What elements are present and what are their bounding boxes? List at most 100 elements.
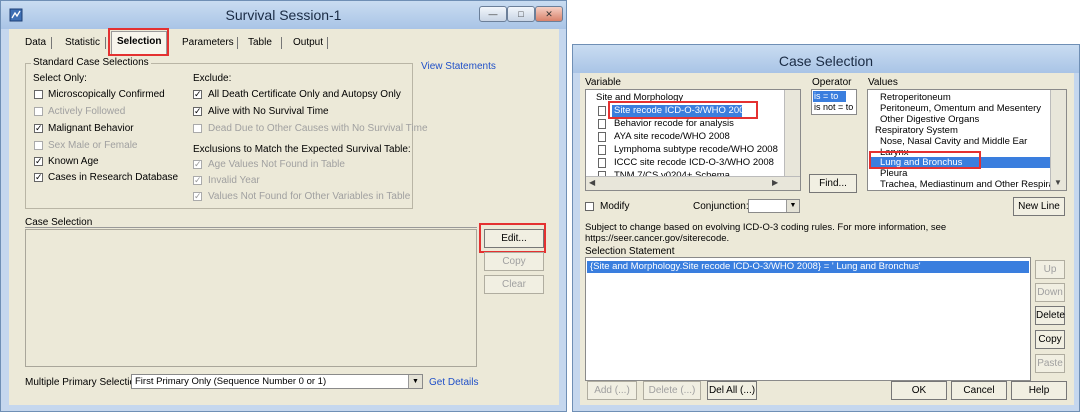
tree-item-aya[interactable]: AYA site recode/WHO 2008 <box>614 131 730 142</box>
delete-button[interactable]: Delete <box>1035 306 1065 325</box>
values-scrollbar[interactable] <box>1050 90 1066 190</box>
highlight-lung-bronchus <box>869 151 981 169</box>
age-values-checkbox[interactable]: ✓ <box>193 160 202 169</box>
note-text: Subject to change based on evolving ICD-… <box>585 222 947 244</box>
document-icon <box>598 119 606 129</box>
value-item[interactable]: Other Digestive Organs <box>880 114 979 125</box>
operator-list[interactable]: is = to is not = to <box>811 89 857 115</box>
copy-statement-button[interactable]: Copy <box>1035 330 1065 349</box>
document-icon <box>598 158 606 168</box>
get-details-link[interactable]: Get Details <box>429 377 478 388</box>
delete-bottom-button[interactable]: Delete (...) <box>643 381 701 400</box>
find-button[interactable]: Find... <box>809 174 857 193</box>
standard-selections-title: Standard Case Selections <box>31 57 151 68</box>
value-item[interactable]: Respiratory System <box>875 125 958 136</box>
case-selection-divider <box>25 227 477 228</box>
restore-icon[interactable]: □ <box>507 6 535 22</box>
tree-item-iccc[interactable]: ICCC site recode ICD-O-3/WHO 2008 <box>614 157 774 168</box>
del-all-button[interactable]: Del All (...) <box>707 381 757 400</box>
operator-equal[interactable]: is = to <box>814 91 838 101</box>
tab-divider <box>281 37 282 49</box>
value-item[interactable]: Retroperitoneum <box>880 92 951 103</box>
new-line-button[interactable]: New Line <box>1013 197 1065 216</box>
modify-label: Modify <box>600 201 630 212</box>
value-item[interactable]: Peritoneum, Omentum and Mesentery <box>880 103 1041 114</box>
microscopically-confirmed-label: Microscopically Confirmed <box>48 89 165 100</box>
selection-statement-text[interactable]: {Site and Morphology.Site recode ICD-O-3… <box>590 261 921 272</box>
document-icon <box>598 145 606 155</box>
close-icon[interactable]: ✕ <box>535 6 563 22</box>
tab-data[interactable]: Data <box>25 35 46 51</box>
chevron-down-icon: ▼ <box>786 200 799 212</box>
tree-item-lymphoma[interactable]: Lymphoma subtype recode/WHO 2008 <box>614 144 778 155</box>
actively-followed-label: Actively Followed <box>48 106 126 117</box>
multiple-primary-value: First Primary Only (Sequence Number 0 or… <box>135 376 327 387</box>
survival-session-window: Survival Session-1 — □ ✕ Data Statistic … <box>0 0 567 412</box>
highlight-edit-button <box>479 223 546 253</box>
selection-statement-box[interactable]: {Site and Morphology.Site recode ICD-O-3… <box>585 257 1031 381</box>
sex-male-female-checkbox[interactable] <box>34 141 43 150</box>
age-values-label: Age Values Not Found in Table <box>208 159 345 170</box>
values-label: Values <box>868 77 898 88</box>
malignant-behavior-checkbox[interactable]: ✓ <box>34 124 43 133</box>
values-list[interactable]: Retroperitoneum Peritoneum, Omentum and … <box>867 89 1067 191</box>
research-database-checkbox[interactable]: ✓ <box>34 173 43 182</box>
value-item[interactable]: Pleura <box>880 168 907 179</box>
known-age-label: Known Age <box>48 156 99 167</box>
document-icon <box>598 132 606 142</box>
standard-selections-group <box>25 63 413 209</box>
variable-scrollbar-h[interactable] <box>586 176 800 190</box>
value-item[interactable]: Nose, Nasal Cavity and Middle Ear <box>880 136 1027 147</box>
variable-scrollbar-v[interactable] <box>784 90 800 176</box>
cancel-button[interactable]: Cancel <box>951 381 1007 400</box>
highlight-selection-tab <box>108 28 169 56</box>
values-not-found-label: Values Not Found for Other Variables in … <box>208 191 411 202</box>
copy-button[interactable]: Copy <box>484 252 544 271</box>
chevron-down-icon: ▼ <box>408 375 422 388</box>
help-button[interactable]: Help <box>1011 381 1067 400</box>
document-icon <box>598 106 606 116</box>
view-statements-link[interactable]: View Statements <box>421 61 496 72</box>
down-button[interactable]: Down <box>1035 283 1065 302</box>
microscopically-confirmed-checkbox[interactable] <box>34 90 43 99</box>
conjunction-label: Conjunction: <box>693 201 749 212</box>
death-certificate-label: All Death Certificate Only and Autopsy O… <box>208 89 401 100</box>
death-certificate-checkbox[interactable]: ✓ <box>193 90 202 99</box>
actively-followed-checkbox[interactable] <box>34 107 43 116</box>
scroll-left-icon[interactable]: ◀ <box>589 178 595 187</box>
chevron-down-icon[interactable]: ▼ <box>1054 178 1062 187</box>
window-title: Case Selection <box>778 53 874 69</box>
tree-item-behavior[interactable]: Behavior recode for analysis <box>614 118 734 129</box>
add-button[interactable]: Add (...) <box>587 381 637 400</box>
dead-other-causes-checkbox[interactable] <box>193 124 202 133</box>
tab-parameters[interactable]: Parameters <box>182 35 234 51</box>
ok-button[interactable]: OK <box>891 381 947 400</box>
multiple-primary-label: Multiple Primary Selection: <box>25 377 144 388</box>
minimize-icon[interactable]: — <box>479 6 507 22</box>
value-item[interactable]: Trachea, Mediastinum and Other Respirato… <box>880 179 1066 190</box>
tab-statistic[interactable]: Statistic <box>65 35 100 51</box>
tab-output[interactable]: Output <box>293 35 323 51</box>
highlight-site-recode <box>608 101 758 119</box>
tab-table[interactable]: Table <box>248 35 272 51</box>
research-database-label: Cases in Research Database <box>48 172 179 183</box>
clear-button[interactable]: Clear <box>484 275 544 294</box>
up-button[interactable]: Up <box>1035 260 1065 279</box>
conjunction-select[interactable]: ▼ <box>748 199 800 213</box>
modify-checkbox[interactable] <box>585 202 594 211</box>
invalid-year-checkbox[interactable]: ✓ <box>193 176 202 185</box>
alive-no-survival-label: Alive with No Survival Time <box>208 106 329 117</box>
multiple-primary-select[interactable]: First Primary Only (Sequence Number 0 or… <box>131 374 423 389</box>
known-age-checkbox[interactable]: ✓ <box>34 157 43 166</box>
alive-no-survival-checkbox[interactable]: ✓ <box>193 107 202 116</box>
values-not-found-checkbox[interactable]: ✓ <box>193 192 202 201</box>
scroll-right-icon[interactable]: ▶ <box>772 178 778 187</box>
select-only-title: Select Only: <box>33 73 87 84</box>
case-selection-area[interactable] <box>25 229 477 367</box>
paste-button[interactable]: Paste <box>1035 354 1065 373</box>
dead-other-causes-label: Dead Due to Other Causes with No Surviva… <box>208 123 428 134</box>
operator-not-equal[interactable]: is not = to <box>814 102 853 112</box>
tab-divider <box>51 37 52 49</box>
exclude-title: Exclude: <box>193 73 232 84</box>
malignant-behavior-label: Malignant Behavior <box>48 123 134 134</box>
